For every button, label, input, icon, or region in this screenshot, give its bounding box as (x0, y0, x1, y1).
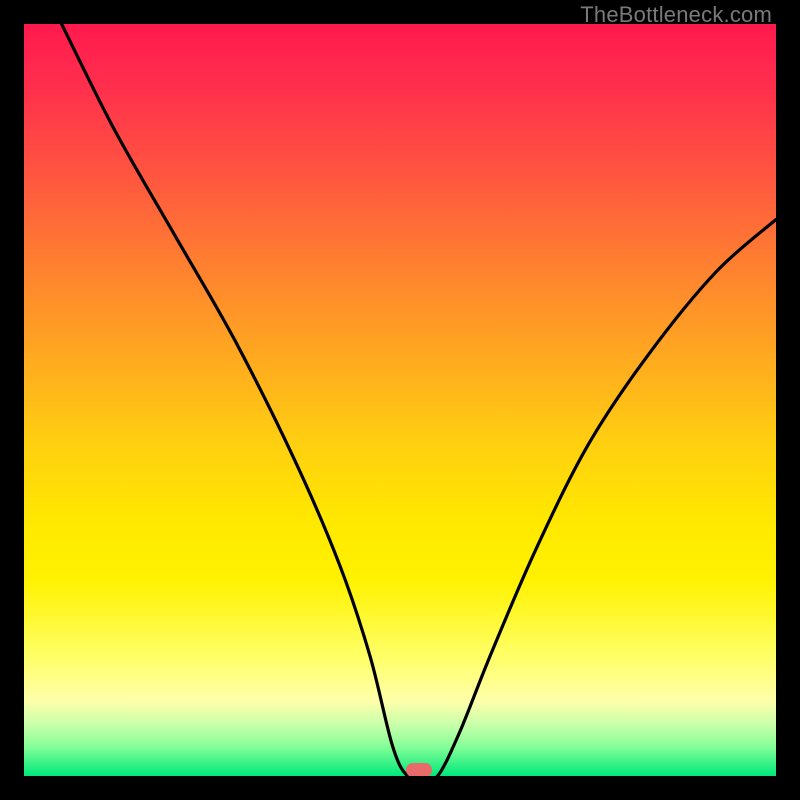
optimal-point-marker (406, 763, 432, 776)
watermark-label: TheBottleneck.com (580, 2, 772, 28)
bottleneck-curve (24, 24, 776, 776)
plot-area (24, 24, 776, 776)
chart-frame: TheBottleneck.com (0, 0, 800, 800)
